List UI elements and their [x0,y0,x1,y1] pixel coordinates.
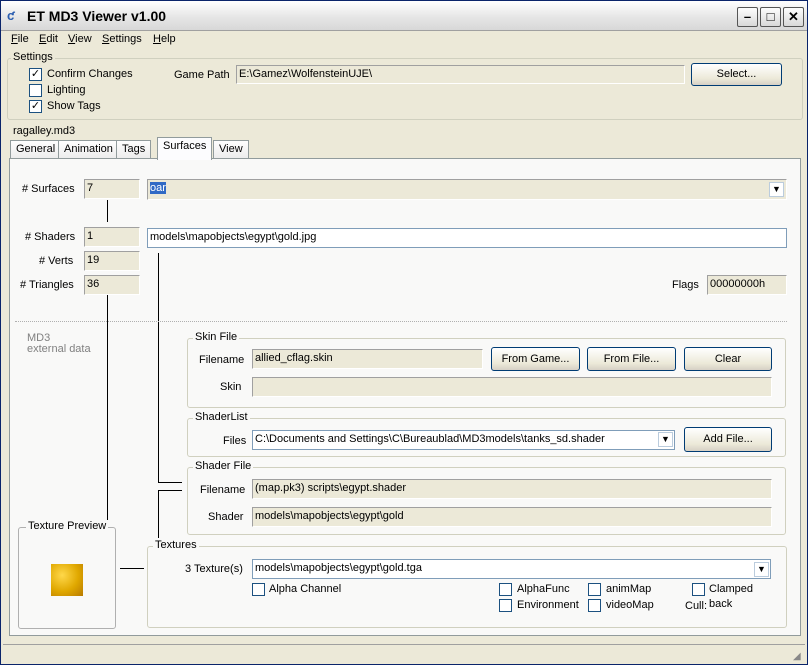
surfaces-count-label: # Surfaces [22,183,75,195]
model-file-name: ragalley.md3 [13,125,76,137]
shader-list-title: ShaderList [193,411,250,423]
title-bar[interactable]: ƈ ET MD3 Viewer v1.00 – □ ✕ [1,1,807,31]
texture-preview-title: Texture Preview [26,520,109,532]
skin-clear-button[interactable]: Clear [684,347,772,371]
skin-from-game-button[interactable]: From Game... [491,347,580,371]
texture-preview-image [51,564,83,596]
menu-settings[interactable]: Settings [102,33,142,45]
shader-name-field: models\mapobjects\egypt\gold [252,507,772,527]
skin-filename-field[interactable]: allied_cflag.skin [252,349,483,369]
environment-label: Environment [517,599,579,611]
shader-path-field[interactable]: models\mapobjects\egypt\gold.jpg [147,228,787,248]
external-data-label: external data [27,343,91,355]
shader-file-title: Shader File [193,460,254,472]
anim-map-checkbox[interactable] [588,583,601,596]
game-path-field[interactable]: E:\Gamez\WolfensteinUJE\ [236,65,685,84]
alpha-channel-label: Alpha Channel [269,583,342,595]
connector-line [120,568,144,569]
flags-label: Flags [672,279,699,291]
cull-label: Cull: [685,600,708,612]
shader-filename-field: (map.pk3) scripts\egypt.shader [252,479,772,499]
environment-checkbox[interactable] [499,599,512,612]
settings-group-title: Settings [11,51,55,63]
alpha-func-checkbox[interactable] [499,583,512,596]
skin-field[interactable] [252,377,772,397]
connector-line [107,200,108,222]
shaders-count-label: # Shaders [25,231,76,243]
confirm-changes-label: Confirm Changes [47,68,133,80]
surfaces-count-field: 7 [84,179,140,199]
minimize-button[interactable]: – [737,7,758,27]
shader-files-select[interactable]: C:\Documents and Settings\C\Bureaublad\M… [252,430,675,450]
select-game-path-button[interactable]: Select... [691,63,782,86]
maximize-button[interactable]: □ [760,7,781,27]
verts-count-field: 19 [84,251,140,271]
shader-name-label: Shader [208,511,244,523]
flags-field: 00000000h [707,275,787,295]
connector-line [158,490,182,491]
surface-dropdown-arrow-icon[interactable]: ▼ [769,182,784,197]
skin-file-title: Skin File [193,331,240,343]
tab-surfaces[interactable]: Surfaces [157,137,213,160]
texture-count-label: 3 Texture(s) [185,563,243,575]
shaders-count-field: 1 [84,227,140,247]
menu-edit[interactable]: Edit [39,33,58,45]
alpha-channel-checkbox[interactable] [252,583,265,596]
tab-animation[interactable]: Animation [58,140,119,159]
app-window: ƈ ET MD3 Viewer v1.00 – □ ✕ File Edit Vi… [0,0,808,665]
texture-select[interactable]: models\mapobjects\egypt\gold.tga [252,559,771,579]
skin-filename-label: Filename [199,354,245,366]
app-icon: ƈ [7,8,15,23]
verts-count-label: # Verts [39,255,74,267]
divider [15,321,787,322]
tab-view[interactable]: View [213,140,249,159]
close-button[interactable]: ✕ [783,7,804,27]
shader-files-dropdown-arrow-icon[interactable]: ▼ [658,432,673,447]
clamped-label: Clamped [709,583,754,595]
skin-label: Skin [220,381,242,393]
menu-view[interactable]: View [68,33,92,45]
video-map-checkbox[interactable] [588,599,601,612]
cull-value: back [709,598,733,610]
tab-tags[interactable]: Tags [116,140,152,159]
textures-title: Textures [153,539,199,551]
connector-line [158,490,159,538]
triangles-count-field: 36 [84,275,140,295]
game-path-label: Game Path [174,69,230,81]
lighting-checkbox[interactable] [29,84,42,97]
anim-map-label: animMap [606,583,652,595]
tab-general[interactable]: General [10,140,62,159]
alpha-func-label: AlphaFunc [517,583,570,595]
menu-file[interactable]: File [11,33,29,45]
show-tags-label: Show Tags [47,100,101,112]
triangles-count-label: # Triangles [20,279,74,291]
shader-filename-label: Filename [200,484,246,496]
skin-from-file-button[interactable]: From File... [587,347,676,371]
connector-line [107,295,108,521]
lighting-label: Lighting [47,84,86,96]
video-map-label: videoMap [606,599,654,611]
resize-grip-icon[interactable]: ◢ [793,651,801,662]
shader-files-label: Files [223,435,247,447]
menu-help[interactable]: Help [153,33,176,45]
connector-line [158,482,182,483]
texture-dropdown-arrow-icon[interactable]: ▼ [754,562,769,577]
confirm-changes-checkbox[interactable]: ✓ [29,68,42,81]
surface-select[interactable]: oar [147,179,787,200]
clamped-checkbox[interactable] [692,583,705,596]
connector-line [158,253,159,482]
window-title: ET MD3 Viewer v1.00 [27,8,167,24]
status-bar [3,644,805,663]
add-shader-file-button[interactable]: Add File... [684,427,772,452]
show-tags-checkbox[interactable]: ✓ [29,100,42,113]
surface-select-value: oar [150,182,166,194]
menu-bar: File Edit View Settings Help [1,31,807,49]
